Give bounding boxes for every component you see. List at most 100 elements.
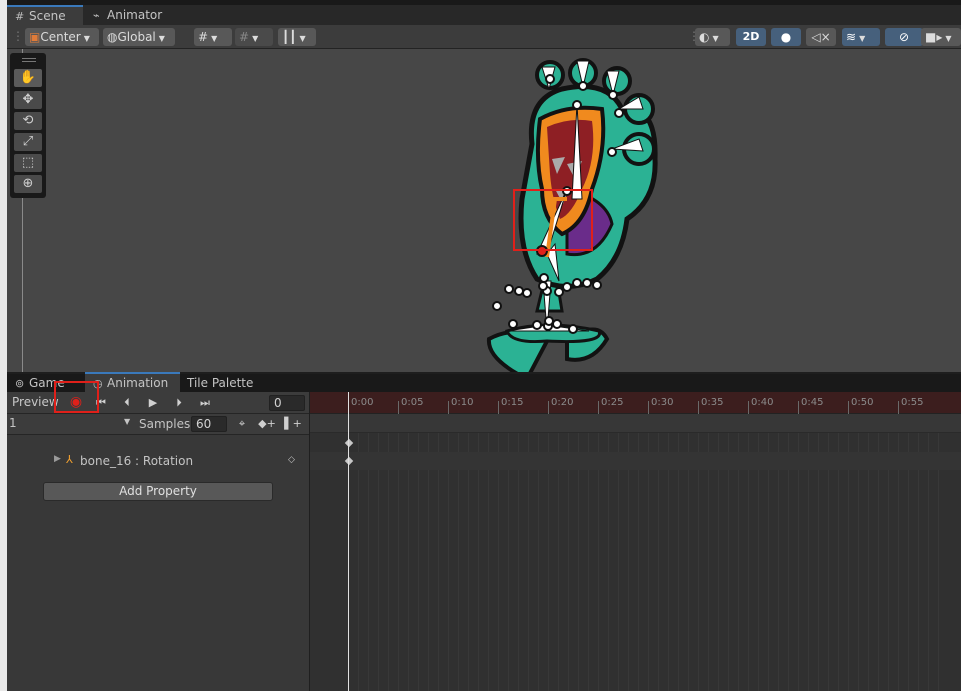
space-label: Global [117,30,156,44]
summary-keyframe[interactable] [344,438,354,448]
tab-animator[interactable]: ⌁ Animator [85,5,175,25]
scene-viewport[interactable] [7,49,961,372]
ruler-button[interactable]: ┃┃ ▼ [278,28,316,46]
panel-grip [22,61,36,62]
chevron-down-icon: ▼ [859,34,866,43]
toggle-2d-button[interactable]: 2D [736,28,766,46]
effects-dropdown[interactable]: ≋ ▼ [842,28,880,46]
clip-name: 1 [9,416,17,430]
add-event-icon: ▌+ [284,417,302,430]
next-keyframe-button[interactable]: ⏵ [169,394,189,411]
tab-animator-label: Animator [107,8,163,22]
tab-tile-palette[interactable]: Tile Palette [179,374,269,394]
timeline-label: 0:00 [351,397,374,408]
timeline-label: 0:35 [701,397,724,408]
tab-tile-palette-label: Tile Palette [187,376,254,390]
frame-field[interactable]: 0 [269,395,305,411]
timeline-label: 0:40 [751,397,774,408]
chevron-down-icon: ▼ [158,34,165,43]
timeline-label: 0:20 [551,397,574,408]
timeline-label: 0:30 [651,397,674,408]
add-event-button[interactable]: ▌+ [283,415,303,432]
window-left-edge [0,0,7,691]
add-keyframe-icon: ◆+ [258,417,276,430]
plant-monster-sprite[interactable] [7,49,961,372]
move-tool[interactable]: ✥ [14,91,42,109]
highlight-box-record [54,381,99,413]
step-back-icon: ⏴ [124,396,130,409]
scene-tab-bar: # Scene ⌁ Animator [7,5,961,25]
increment-snap-icon: # [239,30,250,44]
timeline-tick [648,401,649,414]
space-dropdown[interactable]: ◍Global ▼ [103,28,175,46]
lighting-toggle[interactable]: ● [771,28,801,46]
play-button[interactable]: ▶ [143,394,163,411]
chevron-down-icon: ▼ [83,34,90,43]
lightbulb-icon: ● [780,30,792,44]
chevron-down-icon: ▼ [211,34,218,43]
timeline-tick [848,401,849,414]
property-track [310,452,961,470]
hand-icon: ✋ [19,70,37,85]
playhead[interactable] [348,392,349,691]
globe-icon: ◍ [107,30,118,44]
samples-field[interactable]: 60 [191,416,227,432]
animation-clip-row: 1 ▼ Samples 60 ⌖ ◆+ ▌+ [7,414,309,435]
add-keyframe-button[interactable]: ◆+ [257,415,277,432]
timeline-tick [498,401,499,414]
tab-animation-label: Animation [107,376,169,390]
scene-toolbar: ⋮ ▣Center ▼ ◍Global ▼ # ▼ # ▼ ┃┃ ▼ ⋮ ◐ ▼ 2D ● … [7,25,961,49]
timeline-tick [798,401,799,414]
rect-tool[interactable]: ⬚ [14,154,42,172]
pivot-icon: ▣ [29,30,41,44]
timeline-tick [548,401,549,414]
timeline-label: 0:15 [501,397,524,408]
samples-label: Samples [139,417,191,431]
increment-snap-button[interactable]: # ▼ [235,28,273,46]
animation-controls-row: Preview ◉ ⏮ ⏴ ▶ ⏵ ⏭ 0 [7,392,309,414]
last-keyframe-button[interactable]: ⏭ [195,394,215,411]
clip-dropdown[interactable]: 1 ▼ [9,416,134,432]
property-row[interactable]: ▶ ⅄ bone_16 : Rotation ◇ [7,450,309,472]
hidden-objects-toggle[interactable]: ⊘ [885,28,923,46]
expand-arrow-icon[interactable]: ▶ [54,454,61,464]
chevron-down-icon: ▼ [252,34,259,43]
scale-icon: ⤢ [22,134,34,149]
scale-tool[interactable]: ⤢ [14,133,42,151]
panel-grip [22,58,36,59]
previous-keyframe-button[interactable]: ⏴ [117,394,137,411]
audio-toggle[interactable]: ◁× [806,28,836,46]
timeline-label: 0:45 [801,397,824,408]
scene-tools-panel: ✋ ✥ ⟲ ⤢ ⬚ ⊕ [10,53,46,198]
dopesheet[interactable]: 0:00 0:05 0:10 0:15 0:20 0:25 0:30 0:35 0:40 0:45… [309,392,961,691]
tab-animation[interactable]: ◷ Animation [85,372,180,392]
animator-icon: ⌁ [93,9,100,22]
tab-scene[interactable]: # Scene [7,5,83,25]
camera-dropdown[interactable]: ■▸ ▼ [921,28,961,46]
chevron-down-icon: ▼ [124,417,131,426]
preview-label[interactable]: Preview [12,395,59,409]
chevron-down-icon: ▼ [299,34,306,43]
rotate-tool[interactable]: ⟲ [14,112,42,130]
property-keyframe-icon[interactable]: ◇ [288,455,295,465]
snap-keyframes-button[interactable]: ⌖ [232,415,252,432]
add-property-button[interactable]: Add Property [43,482,273,501]
highlight-box-bone [513,189,593,251]
layers-icon: ≋ [846,30,857,44]
hand-tool[interactable]: ✋ [14,69,42,87]
timeline-tick [598,401,599,414]
grid-snap-button[interactable]: # ▼ [194,28,232,46]
grid-snap-icon: # [198,30,209,44]
move-icon: ✥ [22,92,34,107]
timeline-tick [748,401,749,414]
eye-off-icon: ⊘ [898,30,910,44]
transform-icon: ⊕ [22,176,34,191]
grid-icon: # [15,10,25,23]
transform-tool[interactable]: ⊕ [14,175,42,193]
animation-properties-panel [7,392,309,691]
chevron-down-icon: ▼ [945,34,952,43]
pivot-dropdown[interactable]: ▣Center ▼ [25,28,99,46]
bone-icon: ⅄ [66,453,73,466]
draw-mode-dropdown[interactable]: ◐ ▼ [695,28,730,46]
timeline-tick [898,401,899,414]
